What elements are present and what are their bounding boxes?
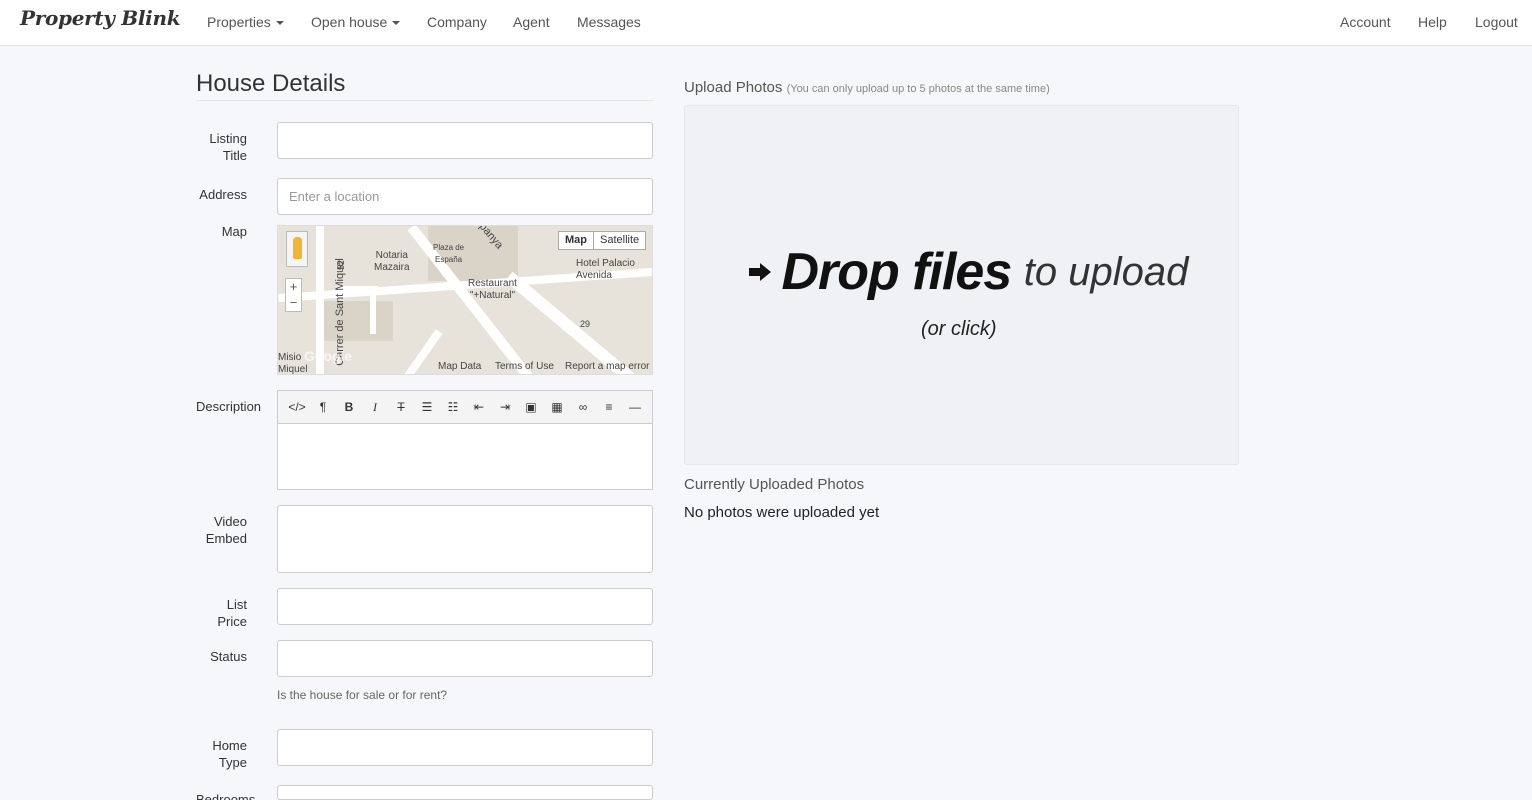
nav-agent[interactable]: Agent — [513, 14, 550, 30]
editor-toolbar: </> ¶ B I T ☰ ☷ ⇤ ⇥ ▣ ▦ ∞ ≡ — — [278, 391, 652, 424]
no-photos-message: No photos were uploaded yet — [684, 504, 880, 521]
map-label-29: 29 — [580, 319, 591, 329]
title-divider — [196, 100, 654, 101]
status-input[interactable] — [277, 640, 653, 677]
listing-title-label-line2: Title — [222, 148, 247, 163]
map-road — [370, 286, 376, 334]
address-label: Address — [199, 187, 247, 202]
map-type-map-button[interactable]: Map — [558, 231, 594, 250]
dropzone-message: Drop files to upload — [749, 242, 1188, 302]
description-label: Description — [196, 399, 262, 414]
map-label: Map — [221, 224, 247, 239]
home-type-label: Home Type — [196, 737, 247, 771]
bold-icon[interactable]: B — [336, 400, 362, 414]
page-title: House Details — [196, 70, 346, 97]
nav-logout[interactable]: Logout — [1475, 14, 1518, 30]
listing-title-label: Listing Title — [196, 130, 247, 164]
photo-dropzone[interactable]: Drop files to upload (or click) — [684, 105, 1239, 465]
paragraph-icon[interactable]: ¶ — [310, 400, 336, 414]
location-map[interactable]: + − Map Satellite Notaria Mazaira Plaza … — [277, 225, 653, 375]
zoom-out-button[interactable]: − — [286, 295, 301, 311]
home-type-label-line2: Type — [218, 755, 247, 770]
image-icon[interactable]: ▣ — [518, 400, 544, 414]
upload-limit-note: (You can only upload up to 5 photos at t… — [786, 83, 1050, 95]
dropzone-sub-text: (or click) — [921, 318, 997, 340]
upload-photos-title: Upload Photos (You can only upload up to… — [684, 79, 1050, 96]
nav-properties[interactable]: Properties — [207, 14, 284, 30]
map-road — [401, 329, 443, 374]
listing-title-label-line1: Listing — [209, 131, 247, 146]
address-input[interactable]: Enter a location — [277, 178, 653, 215]
street-view-pegman-icon[interactable] — [286, 231, 308, 267]
zoom-in-button[interactable]: + — [286, 279, 301, 295]
horizontal-rule-icon[interactable]: — — [622, 400, 648, 414]
home-type-input[interactable] — [277, 729, 653, 766]
html-icon[interactable]: </> — [284, 400, 310, 414]
video-embed-label: Video Embed — [196, 513, 247, 547]
caret-down-icon — [392, 21, 401, 26]
description-editor: </> ¶ B I T ☰ ☷ ⇤ ⇥ ▣ ▦ ∞ ≡ — — [277, 390, 653, 490]
nav-open-house[interactable]: Open house — [311, 14, 401, 30]
google-logo: Google — [304, 348, 353, 364]
strikethrough-icon[interactable]: T — [388, 400, 414, 414]
map-zoom-control[interactable]: + − — [285, 278, 302, 312]
table-icon[interactable]: ▦ — [544, 400, 570, 414]
nav-open-house-label: Open house — [311, 14, 388, 30]
brand-logo[interactable]: Property Blink — [20, 6, 181, 30]
ordered-list-icon[interactable]: ☷ — [440, 400, 466, 414]
map-road — [505, 271, 643, 374]
map-label-notaria: Notaria Mazaira — [374, 250, 410, 273]
dropzone-bold-text: Drop files — [781, 243, 1012, 301]
status-label: Status — [210, 649, 247, 664]
nav-help[interactable]: Help — [1418, 14, 1447, 30]
listing-title-input[interactable] — [277, 122, 653, 159]
align-icon[interactable]: ≡ — [596, 400, 622, 414]
map-label-restaurant: Restaurant "+Natural" — [468, 278, 517, 301]
dropzone-light-text: to upload — [1023, 249, 1189, 294]
status-help-text: Is the house for sale or for rent? — [277, 688, 448, 702]
outdent-icon[interactable]: ⇤ — [466, 400, 492, 414]
map-data-link[interactable]: Map Data — [438, 361, 481, 372]
nav-account[interactable]: Account — [1340, 14, 1391, 30]
caret-down-icon — [275, 21, 284, 26]
upload-photos-heading: Upload Photos — [684, 79, 783, 96]
link-icon[interactable]: ∞ — [570, 400, 596, 414]
indent-icon[interactable]: ⇥ — [492, 400, 518, 414]
map-type-satellite-button[interactable]: Satellite — [593, 231, 647, 250]
current-photos-title: Currently Uploaded Photos — [684, 476, 865, 493]
report-map-error-link[interactable]: Report a map error — [565, 361, 649, 372]
video-embed-label-line2: Embed — [205, 531, 247, 546]
terms-of-use-link[interactable]: Terms of Use — [495, 361, 554, 372]
bedrooms-label: Bedrooms — [196, 792, 256, 800]
video-embed-label-line1: Video — [213, 514, 247, 529]
list-price-input[interactable] — [277, 588, 653, 625]
navbar: Property Blink Properties Open house Com… — [0, 0, 1532, 46]
unordered-list-icon[interactable]: ☰ — [414, 400, 440, 414]
italic-icon[interactable]: I — [362, 400, 388, 415]
map-label-hotel: Hotel Palacio Avenida — [576, 258, 635, 281]
home-type-label-line1: Home — [212, 738, 247, 753]
map-label-52: 52 — [336, 259, 347, 271]
video-embed-textarea[interactable] — [277, 505, 653, 573]
arrow-right-icon — [749, 263, 771, 281]
nav-company[interactable]: Company — [427, 14, 487, 30]
nav-properties-label: Properties — [207, 14, 271, 30]
nav-messages[interactable]: Messages — [577, 14, 641, 30]
description-textarea[interactable] — [278, 424, 652, 490]
list-price-label: List Price — [217, 597, 247, 629]
bedrooms-input[interactable] — [277, 785, 653, 800]
map-label-plaza: Plaza de España — [433, 243, 465, 264]
